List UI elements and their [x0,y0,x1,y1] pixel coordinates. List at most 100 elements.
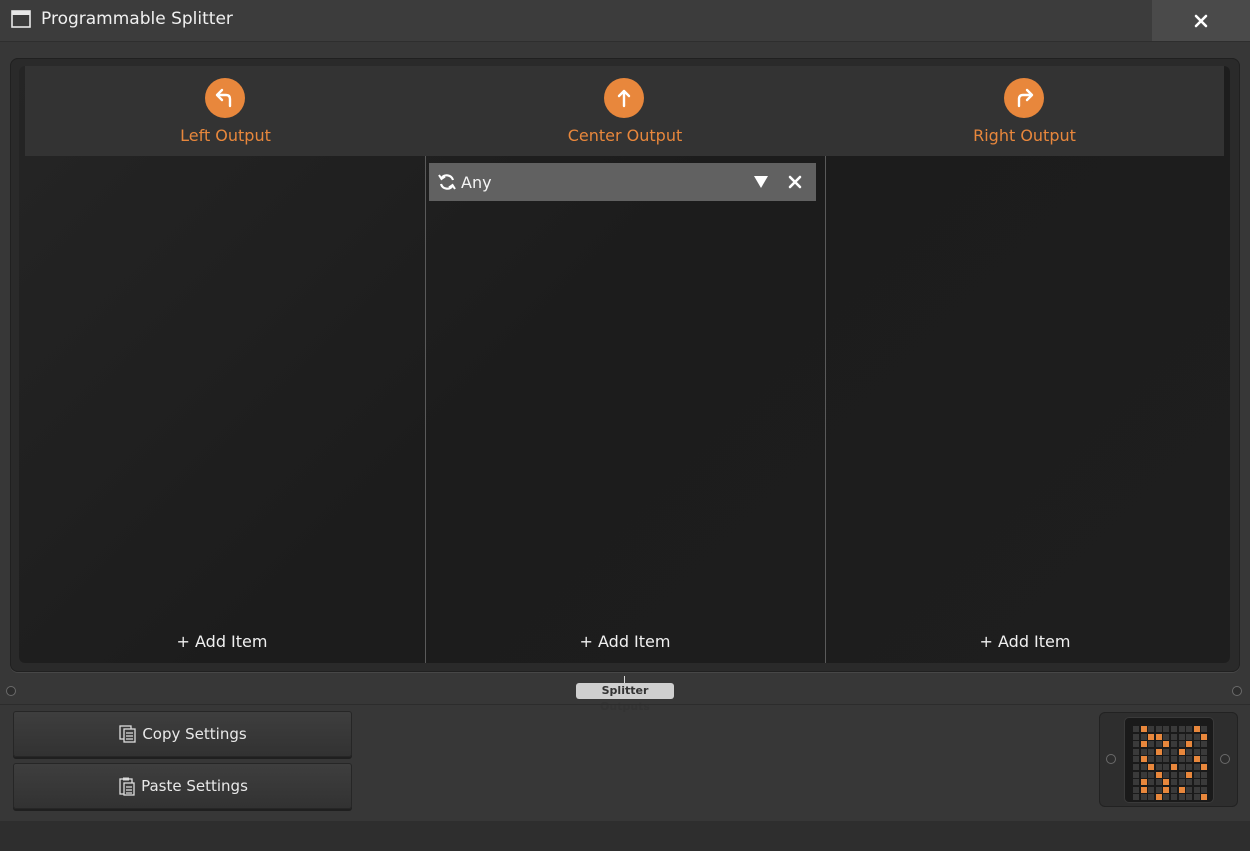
left-add-item-button[interactable]: + Add Item [22,632,422,651]
paste-settings-button[interactable]: Paste Settings [13,763,352,809]
filter-remove-button[interactable] [784,171,806,193]
left-output-column: Left Output + Add Item [19,66,426,663]
grid-cell [1155,733,1162,740]
grid-cell [1163,726,1170,732]
grid-cell [1193,763,1200,770]
grid-cell [1201,741,1208,748]
copy-settings-button[interactable]: Copy Settings [13,711,352,757]
center-filter-row[interactable]: Any [429,163,816,201]
grid-cell [1133,756,1139,763]
outputs-panel: Left Output + Add Item Center Output Any… [19,66,1230,663]
grid-cell [1178,763,1185,770]
grid-cell [1186,756,1193,763]
grid-cell [1155,726,1162,732]
right-output-title: Right Output [973,126,1076,145]
grid-cell [1170,786,1177,793]
grid-cell [1148,756,1155,763]
left-output-title: Left Output [180,126,271,145]
grid-cell [1170,794,1177,801]
grid-cell [1178,748,1185,755]
grid-cell [1178,779,1185,786]
grid-cell [1163,763,1170,770]
grid-cell [1201,726,1208,732]
grid-cell [1140,779,1147,786]
grid-cell [1133,726,1139,732]
grid-cell [1155,763,1162,770]
grid-cell [1201,779,1208,786]
grid-cell [1178,794,1185,801]
grid-cell [1186,786,1193,793]
grid-cell [1186,779,1193,786]
grid-cell [1133,794,1139,801]
close-icon [788,175,802,189]
filter-label: Any [461,172,492,192]
filter-dropdown-button[interactable] [750,171,772,193]
copy-icon [119,725,136,743]
pixel-grid [1133,726,1208,801]
close-button[interactable] [1152,0,1250,41]
window-icon [11,10,31,28]
grid-cell [1140,741,1147,748]
grid-cell [1193,756,1200,763]
grid-cell [1133,779,1139,786]
turn-left-arrow-icon [205,78,245,118]
grid-cell [1133,786,1139,793]
grid-cell [1163,786,1170,793]
grid-cell [1163,756,1170,763]
splitter-module [1099,712,1238,807]
grid-cell [1186,763,1193,770]
grid-cell [1140,756,1147,763]
grid-cell [1201,763,1208,770]
grid-cell [1186,794,1193,801]
grid-cell [1193,794,1200,801]
bottom-bar [0,821,1250,851]
grid-cell [1163,771,1170,778]
grid-cell [1133,771,1139,778]
grid-cell [1170,779,1177,786]
grid-cell [1186,726,1193,732]
paste-settings-label: Paste Settings [141,777,248,795]
grid-cell [1148,726,1155,732]
right-add-item-button[interactable]: + Add Item [825,632,1225,651]
up-arrow-icon [604,78,644,118]
center-add-item-button[interactable]: + Add Item [425,632,825,651]
screw-icon [6,686,16,696]
clipboard-icon [119,777,135,796]
grid-cell [1140,786,1147,793]
grid-cell [1178,756,1185,763]
grid-cell [1148,779,1155,786]
grid-cell [1201,733,1208,740]
grid-cell [1186,748,1193,755]
grid-cell [1163,733,1170,740]
grid-cell [1140,763,1147,770]
grid-cell [1148,733,1155,740]
grid-cell [1170,771,1177,778]
outputs-frame: Left Output + Add Item Center Output Any… [10,58,1240,672]
grid-cell [1170,726,1177,732]
grid-cell [1155,756,1162,763]
grid-cell [1186,771,1193,778]
grid-cell [1155,779,1162,786]
grid-cell [1178,733,1185,740]
title-bar: Programmable Splitter [0,0,1250,42]
grid-cell [1193,726,1200,732]
grid-cell [1193,786,1200,793]
grid-cell [1178,771,1185,778]
grid-cell [1155,741,1162,748]
grid-cell [1201,794,1208,801]
screw-icon [1106,754,1116,764]
grid-cell [1201,756,1208,763]
grid-cell [1133,763,1139,770]
grid-cell [1186,741,1193,748]
screw-icon [1220,754,1230,764]
grid-cell [1148,748,1155,755]
grid-cell [1201,786,1208,793]
triangle-down-icon [754,176,768,188]
right-output-header: Right Output [825,66,1224,156]
grid-cell [1163,741,1170,748]
grid-cell [1186,733,1193,740]
grid-cell [1163,748,1170,755]
cycle-arrows-icon [438,174,456,190]
grid-cell [1193,748,1200,755]
grid-cell [1140,794,1147,801]
